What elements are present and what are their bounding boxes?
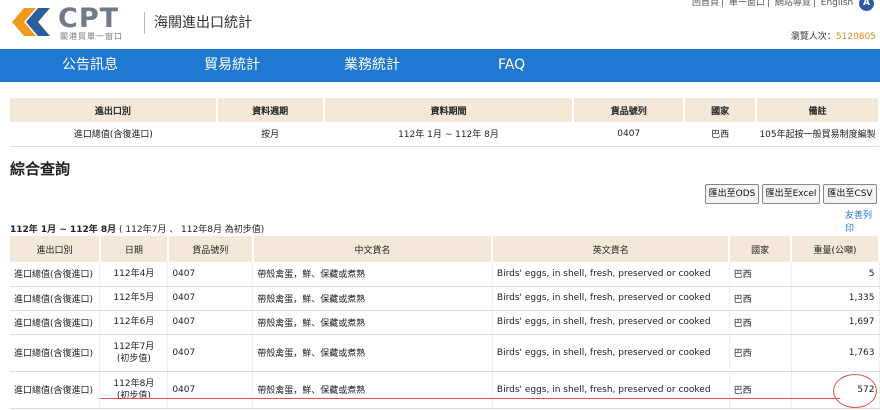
period-caption: 112年 1月 ~ 112年 8月 ( 112年7月 、 112年8月 為初步值… [10,222,264,235]
print-friendly-link[interactable]: 友善列印 [845,208,880,234]
top-links: 回首頁 | 單一窗口 | 網站導覽 | English [692,0,854,8]
date-preliminary: (初步值) [116,353,151,364]
criteria-header: 國家 [684,98,758,122]
country-cell: 巴西 [729,371,792,409]
results-header: 貨品號列 [167,236,254,262]
country-cell: 巴西 [729,310,792,335]
criteria-cell: 105年起按一般貿易制度編製 [756,122,879,147]
site-title: 海關進出口統計 [154,15,252,31]
visitor-count: 5120805 [835,32,876,42]
en-name-cell: Birds' eggs, in shell, fresh, preserved … [492,262,730,287]
nav-announcements[interactable]: 公告訊息 [62,49,118,82]
date-text: 112年5月 [113,293,155,303]
zh-name-cell: 帶殼禽蛋，鮮、保藏或煮熟 [252,310,493,335]
criteria-cell: 進口總值(含復進口) [10,122,217,147]
export-excel-button[interactable]: 匯出至Excel [762,184,820,204]
criteria-row: 進口總值(含復進口) 按月 112年 1月 ~ 112年 8月 0407 巴西 … [10,122,879,147]
type-cell: 進口總值(含復進口) [10,371,101,409]
zh-name-cell: 帶殼禽蛋，鮮、保藏或煮熟 [252,286,493,311]
results-header: 進出口別 [10,236,101,262]
criteria-cell: 巴西 [684,122,757,147]
zh-name-cell: 帶殼禽蛋，鮮、保藏或煮熟 [252,334,493,372]
en-name-cell: Birds' eggs, in shell, fresh, preserved … [492,286,730,311]
en-name-cell: Birds' eggs, in shell, fresh, preserved … [492,371,730,409]
country-cell: 巴西 [729,286,792,311]
table-row: 進口總值(含復進口) 112年8月 (初步值) 0407 帶殼禽蛋，鮮、保藏或煮熟… [10,371,880,409]
main-nav: 公告訊息 貿易統計 業務統計 FAQ [0,49,880,82]
table-row: 進口總值(含復進口) 112年7月 (初步值) 0407 帶殼禽蛋，鮮、保藏或煮熟… [10,334,880,372]
date-preliminary: (初步值) [116,390,151,401]
visitor-label: 瀏覽人次： [790,32,836,42]
criteria-header: 資料週期 [216,98,325,122]
logo-mark-icon [12,8,50,36]
criteria-cell: 按月 [216,122,324,147]
nav-faq[interactable]: FAQ [498,49,525,82]
table-row: 進口總值(含復進口) 112年4月 0407 帶殼禽蛋，鮮、保藏或煮熟 Bird… [10,262,880,287]
zh-name-cell: 帶殼禽蛋，鮮、保藏或煮熟 [252,262,493,287]
code-cell: 0407 [167,371,254,409]
single-window-link[interactable]: 單一窗口 [729,0,765,8]
results-header: 重量(公噸) [791,236,880,262]
type-cell: 進口總值(含復進口) [10,310,101,335]
sitemap-link[interactable]: 網站導覽 [775,0,811,8]
weight-cell: 1,697 [791,310,880,335]
logo-text: CPT [58,3,120,34]
code-cell: 0407 [167,262,254,287]
date-cell: 112年8月 (初步值) [99,371,169,409]
section-title: 綜合查詢 [10,160,71,178]
country-cell: 巴西 [729,262,792,287]
weight-cell: 1,763 [791,334,880,372]
accessibility-badge-icon[interactable]: A [859,0,874,11]
weight-cell: 5 [791,262,880,287]
criteria-cell: 0407 [573,122,685,147]
date-text: 112年4月 [113,268,155,279]
criteria-header: 備註 [756,98,880,122]
site-header: CPT 關港貿單一窗口 海關進出口統計 回首頁 | 單一窗口 | 網站導覽 | Eng… [0,0,880,49]
results-table: 進出口別 日期 貨品號列 中文貨名 英文貨名 國家 重量(公噸) 進口總值(含復… [10,236,880,409]
period-note: ( 112年7月 、 112年8月 為初步值) [116,225,265,235]
code-cell: 0407 [167,334,254,372]
date-cell: 112年5月 [99,286,169,311]
results-header: 日期 [99,236,169,262]
table-row: 進口總值(含復進口) 112年5月 0407 帶殼禽蛋，鮮、保藏或煮熟 Bird… [10,286,880,311]
date-text: 112年8月 [113,378,155,389]
date-text: 112年7月 [113,341,155,352]
period-range: 112年 1月 ~ 112年 8月 [10,225,117,235]
annotation-circle [833,374,877,408]
date-cell: 112年4月 [99,262,169,287]
date-cell: 112年7月 (初步值) [99,334,169,372]
export-csv-button[interactable]: 匯出至CSV [823,184,877,204]
type-cell: 進口總值(含復進口) [10,262,101,287]
criteria-cell: 112年 1月 ~ 112年 8月 [323,122,574,147]
english-link[interactable]: English [821,0,854,8]
nav-business-statistics[interactable]: 業務統計 [344,49,400,82]
weight-cell: 1,335 [791,286,880,311]
export-ods-button[interactable]: 匯出至ODS [705,184,759,204]
header-divider [144,12,145,34]
date-cell: 112年6月 [99,310,169,335]
query-criteria-table: 進出口別 資料週期 資料期間 貨品號列 國家 備註 進口總值(含復進口) 按月 … [10,98,880,147]
country-cell: 巴西 [729,334,792,372]
results-header: 英文貨名 [492,236,731,262]
zh-name-cell: 帶殼禽蛋，鮮、保藏或煮熟 [252,371,493,409]
type-cell: 進口總值(含復進口) [10,334,101,372]
criteria-header: 貨品號列 [573,98,686,122]
cpt-logo[interactable]: CPT 關港貿單一窗口 [10,4,145,42]
criteria-header: 進出口別 [10,98,218,122]
logo-subtitle: 關港貿單一窗口 [60,32,123,41]
results-header: 國家 [729,236,793,262]
home-link[interactable]: 回首頁 [692,0,719,8]
type-cell: 進口總值(含復進口) [10,286,101,311]
code-cell: 0407 [167,310,254,335]
date-text: 112年6月 [113,317,155,327]
annotation-underline [100,398,840,399]
en-name-cell: Birds' eggs, in shell, fresh, preserved … [492,334,730,372]
en-name-cell: Birds' eggs, in shell, fresh, preserved … [492,310,730,335]
code-cell: 0407 [167,286,254,311]
results-header: 中文貨名 [252,236,494,262]
nav-trade-statistics[interactable]: 貿易統計 [204,49,260,82]
table-row: 進口總值(含復進口) 112年6月 0407 帶殼禽蛋，鮮、保藏或煮熟 Bird… [10,310,880,335]
criteria-header: 資料期間 [323,98,575,122]
visitor-counter: 瀏覽人次：5120805 [791,29,876,42]
